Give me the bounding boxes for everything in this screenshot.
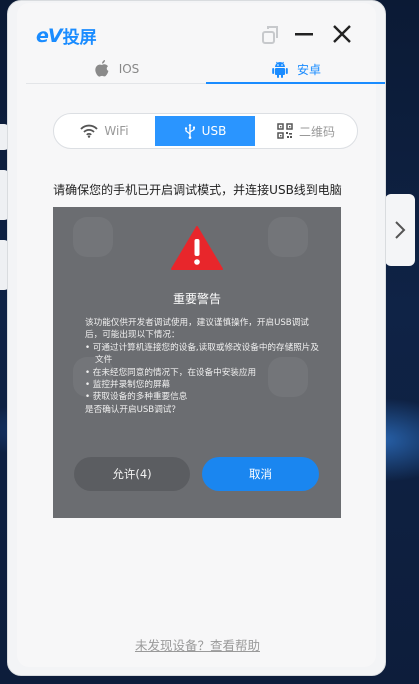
app-window: eV 投屏 IOS 安卓 WiFi USB 二维码 请确保您的手机已开启调试模式… (7, 0, 386, 676)
tab-ios-label: IOS (118, 62, 140, 76)
cancel-button: 取消 (202, 457, 319, 491)
logo-ev: eV (36, 24, 63, 47)
dialog-line: • 在未经您同意的情况下，在设备中安装应用 (85, 367, 257, 378)
chevron-right-icon (395, 221, 406, 239)
mode-usb[interactable]: USB (155, 116, 255, 146)
warning-icon (171, 226, 223, 270)
android-icon (272, 61, 288, 78)
active-tab-indicator (206, 82, 385, 84)
apple-icon (95, 60, 109, 77)
instruction-text: 请确保您的手机已开启调试模式，并连接USB线到电脑 (53, 183, 342, 197)
mode-qrcode-label: 二维码 (298, 124, 335, 139)
connection-mode-selector: WiFi USB 二维码 (53, 113, 358, 149)
tab-ios[interactable]: IOS (26, 55, 206, 83)
mode-usb-label: USB (201, 124, 227, 138)
tab-android[interactable]: 安卓 (206, 55, 385, 83)
mode-qrcode[interactable]: 二维码 (257, 116, 355, 146)
expand-panel-button[interactable] (385, 194, 415, 266)
allow-button: 允许(4) (74, 457, 190, 491)
mode-wifi-label: WiFi (104, 124, 129, 138)
background-app-icon (73, 217, 113, 257)
mini-window-icon[interactable] (259, 23, 281, 45)
wifi-icon (80, 124, 98, 138)
dialog-title: 重要警告 (172, 292, 221, 306)
dialog-line: 该功能仅供开发者调试使用，建议谨慎操作，开启USB调试后，可能出现以下情况： (85, 318, 309, 341)
help-link[interactable]: 未发现设备？查看帮助 (8, 635, 385, 654)
tab-android-label: 安卓 (296, 62, 321, 77)
usb-debug-dialog-preview: 重要警告 该功能仅供开发者调试使用，建议谨慎操作，开启USB调试后，可能出现以下… (53, 207, 341, 518)
dialog-line: • 获取设备的多种重要信息 (85, 392, 188, 403)
dialog-line: • 监控并录制您的屏幕 (85, 380, 171, 391)
background-app-icon (268, 217, 308, 257)
dialog-body: 该功能仅供开发者调试使用，建议谨慎操作，开启USB调试后，可能出现以下情况： •… (85, 317, 325, 416)
close-icon[interactable] (331, 23, 353, 45)
os-tab-bar: IOS 安卓 (26, 55, 385, 85)
logo-text: 投屏 (62, 28, 97, 48)
dialog-line: 是否确认开启USB调试？ (85, 404, 180, 415)
mode-wifi[interactable]: WiFi (56, 116, 153, 146)
qrcode-icon (277, 123, 293, 139)
usb-icon (184, 123, 195, 139)
minimize-icon[interactable] (293, 23, 315, 45)
dialog-line: • 可通过计算机连接您的设备,读取或修改设备中的存储照片及文件 (85, 342, 319, 366)
app-panel: eV 投屏 IOS 安卓 WiFi USB 二维码 请确保您的手机已开启调试模式… (17, 3, 385, 667)
app-logo: eV 投屏 (36, 23, 97, 49)
